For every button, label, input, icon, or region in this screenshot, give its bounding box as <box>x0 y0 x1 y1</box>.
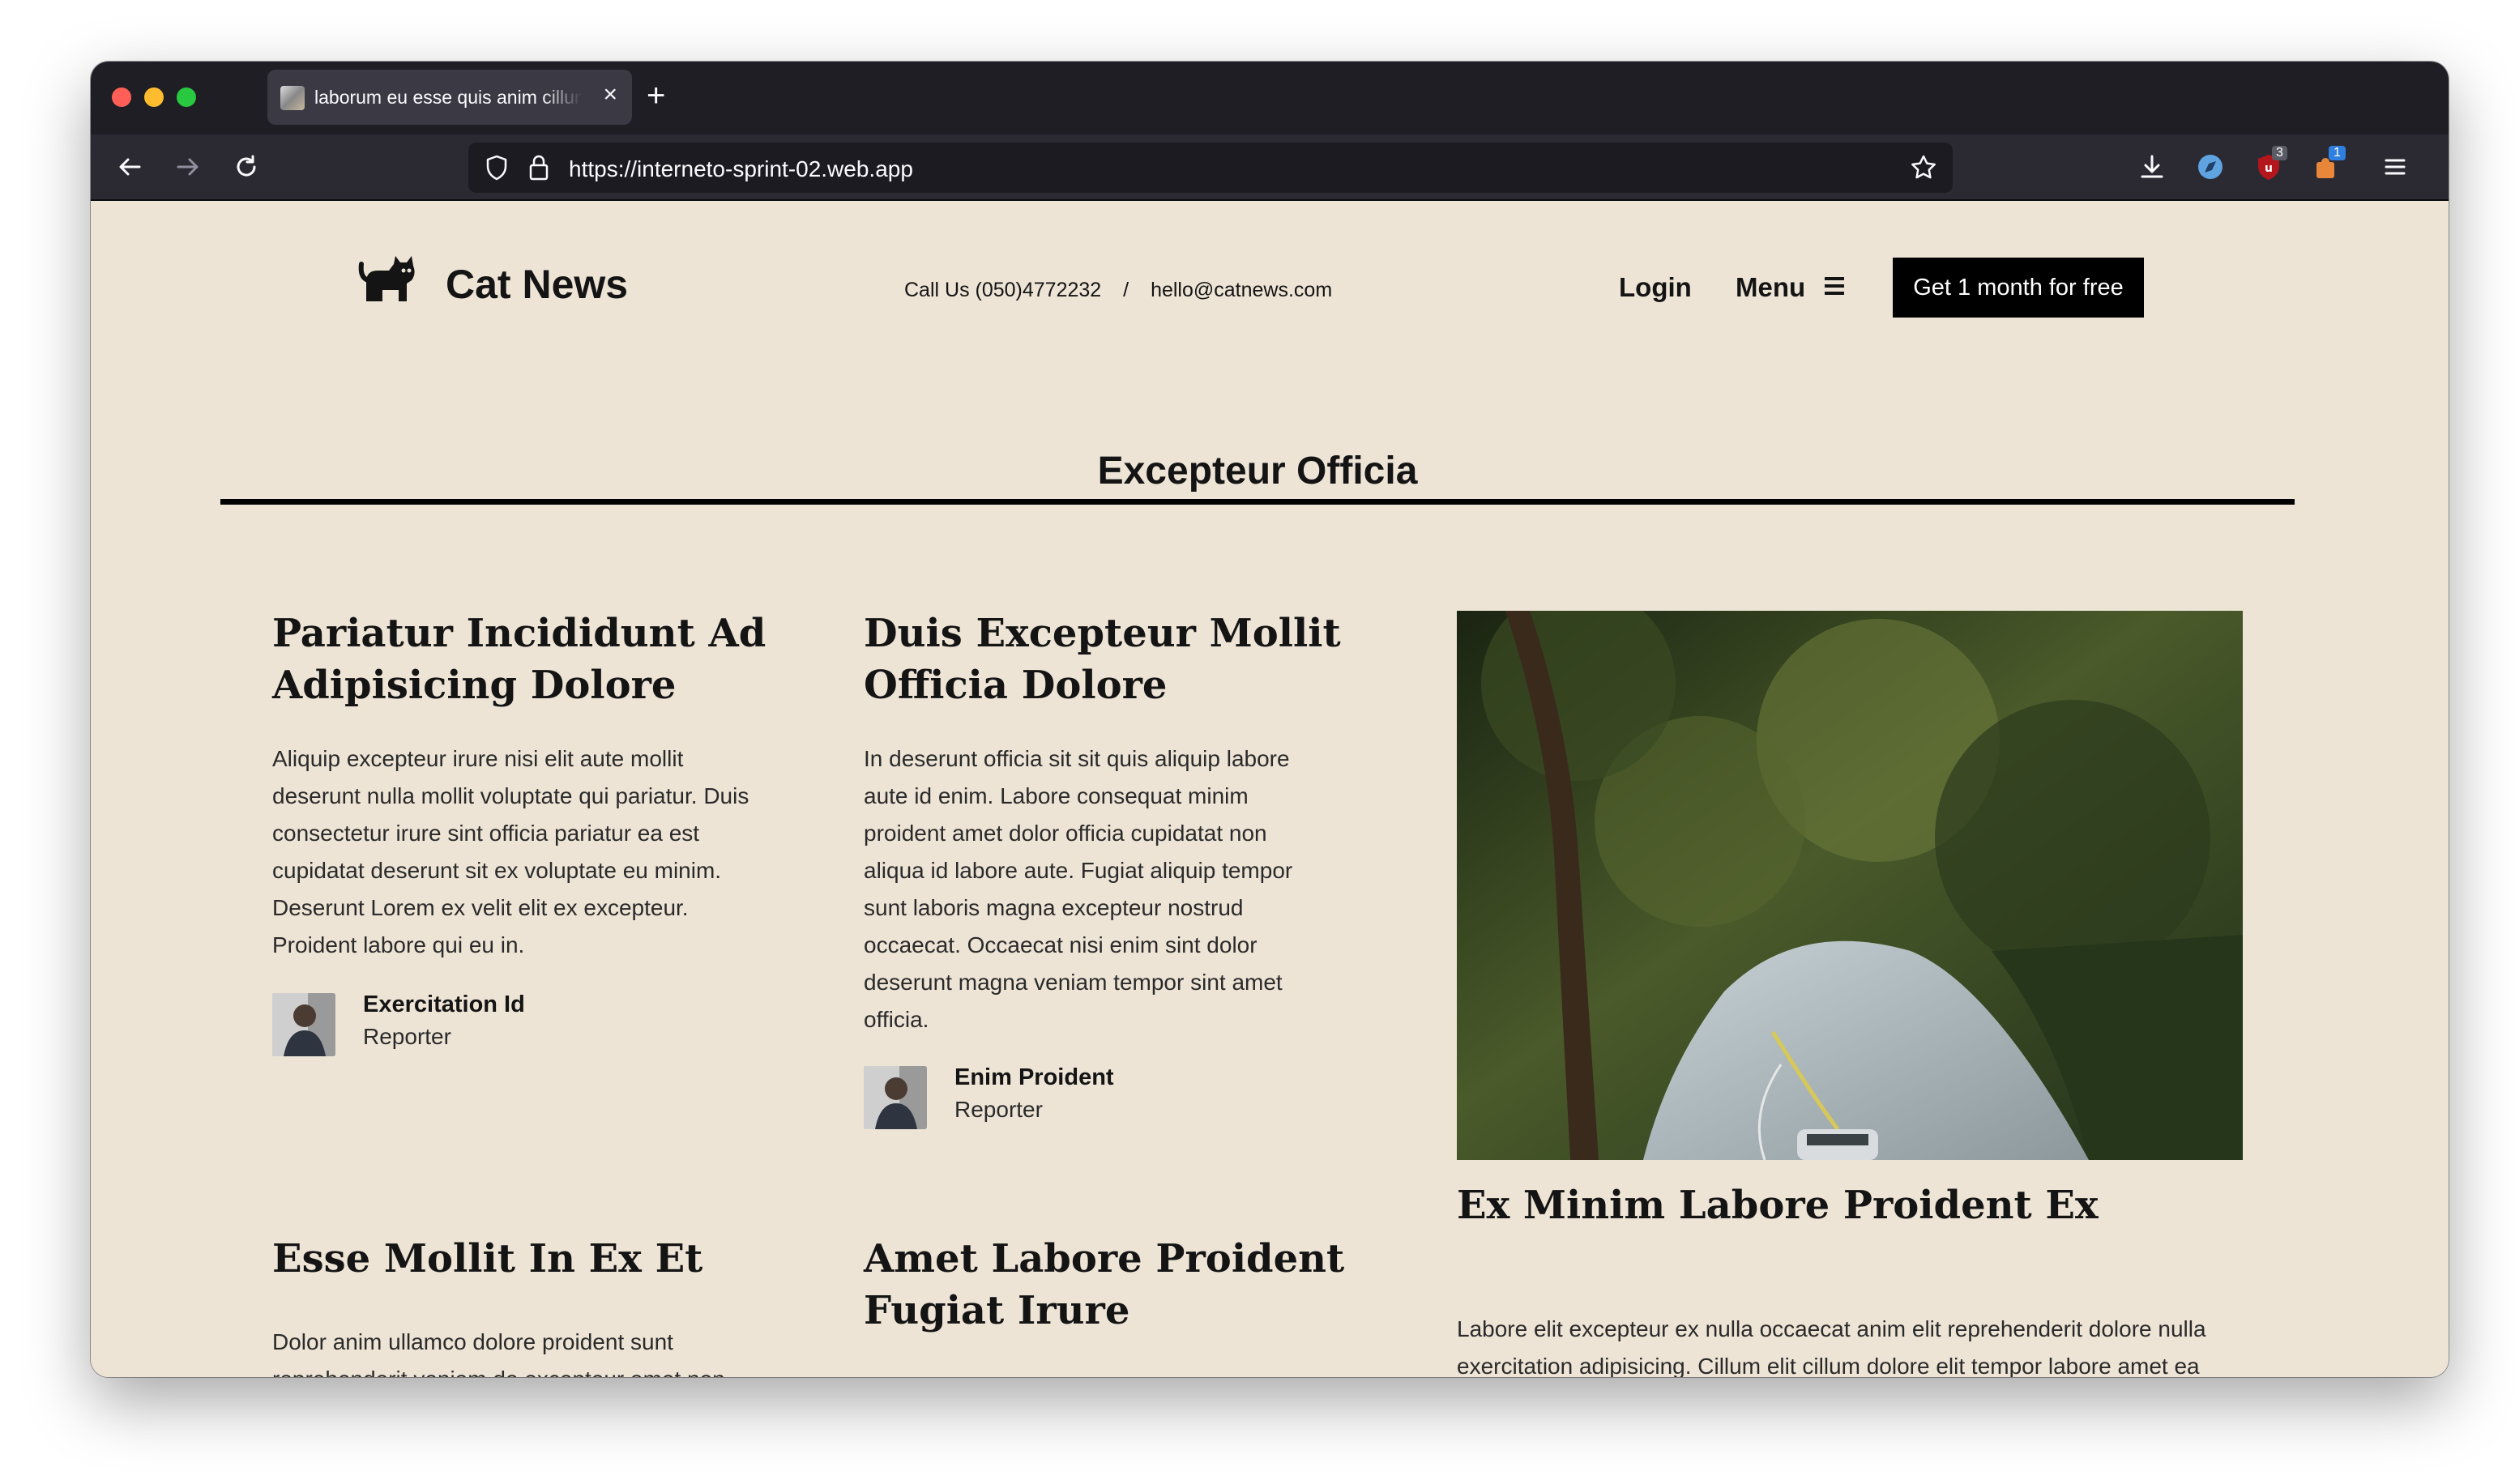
site-logo-text[interactable]: Cat News <box>446 261 628 308</box>
browser-window: laborum eu esse quis anim cillum × + htt… <box>91 62 2449 1377</box>
article-headline[interactable]: Duis Excepteur Mollit Officia Dolore <box>864 608 1350 711</box>
contact-info: Call Us (050)4772232 / hello@catnews.com <box>904 279 1332 302</box>
author-role: Reporter <box>363 1024 451 1049</box>
page-content: Cat News Call Us (050)4772232 / hello@ca… <box>91 201 2449 1377</box>
hamburger-icon <box>1822 274 1847 305</box>
menu-label: Menu <box>1736 272 1806 302</box>
avatar <box>272 993 335 1056</box>
contact-phone[interactable]: Call Us (050)4772232 <box>904 279 1101 301</box>
close-window-button[interactable] <box>112 87 131 107</box>
free-trial-button[interactable]: Get 1 month for free <box>1893 258 2144 318</box>
lock-icon[interactable] <box>525 153 553 186</box>
contact-separator: / <box>1123 279 1129 301</box>
url-text[interactable]: https://interneto-sprint-02.web.app <box>569 156 913 182</box>
navigation-bar: https://interneto-sprint-02.web.app u 3 … <box>91 134 2449 201</box>
section-divider <box>220 499 2295 505</box>
back-icon[interactable] <box>113 151 146 183</box>
author-name[interactable]: Exercitation Id <box>363 991 525 1018</box>
address-bar[interactable]: https://interneto-sprint-02.web.app <box>468 143 1953 193</box>
contact-email[interactable]: hello@catnews.com <box>1151 279 1332 301</box>
download-icon[interactable] <box>2136 151 2168 187</box>
shield-icon[interactable] <box>483 154 510 186</box>
section-title: Excepteur Officia <box>1097 450 1418 493</box>
article-summary: Dolor anim ullamco dolore proident sunt … <box>272 1329 725 1377</box>
article-headline[interactable]: Esse Mollit In Ex Et <box>272 1233 791 1285</box>
browser-tab[interactable]: laborum eu esse quis anim cillum × <box>267 70 632 125</box>
zoom-window-button[interactable] <box>177 87 196 107</box>
tab-title: laborum eu esse quis anim cillum <box>314 87 582 108</box>
tab-bar: laborum eu esse quis anim cillum × + <box>91 62 2449 134</box>
avatar <box>864 1066 927 1129</box>
close-tab-icon[interactable]: × <box>603 83 617 107</box>
favicon-icon <box>280 86 305 110</box>
article-image[interactable] <box>1457 611 2243 1160</box>
article-headline[interactable]: Ex Minim Labore Proident Ex <box>1457 1179 2251 1231</box>
extension-badge: 1 <box>2329 146 2346 160</box>
new-tab-icon[interactable]: + <box>647 79 665 112</box>
article-summary: Labore elit excepteur ex nulla occaecat … <box>1457 1316 2206 1377</box>
author-name[interactable]: Enim Proident <box>954 1064 1114 1091</box>
article-summary: In deserunt officia sit sit quis aliquip… <box>864 746 1293 1032</box>
reload-icon[interactable] <box>230 151 263 183</box>
forward-icon[interactable] <box>172 151 204 183</box>
article-summary: Aliquip excepteur irure nisi elit aute m… <box>272 746 749 957</box>
login-link[interactable]: Login <box>1619 272 1692 303</box>
article-headline[interactable]: Pariatur Incididunt Ad Adipisicing Dolor… <box>272 608 791 711</box>
author-role: Reporter <box>954 1097 1043 1122</box>
extension-compass-icon[interactable] <box>2194 151 2227 187</box>
extension-shield-icon[interactable]: u 3 <box>2252 146 2287 187</box>
extension-badge: 3 <box>2272 146 2287 160</box>
svg-text:u: u <box>2265 162 2273 175</box>
article-headline[interactable]: Amet Labore Proident Fugiat Irure <box>864 1233 1350 1337</box>
bookmark-star-icon[interactable] <box>1909 153 1938 186</box>
cat-logo-icon[interactable] <box>358 253 418 310</box>
extension-puzzle-icon[interactable]: 1 <box>2311 146 2346 187</box>
menu-button[interactable]: Menu <box>1736 272 1847 305</box>
minimize-window-button[interactable] <box>144 87 164 107</box>
app-menu-icon[interactable] <box>2379 151 2411 187</box>
